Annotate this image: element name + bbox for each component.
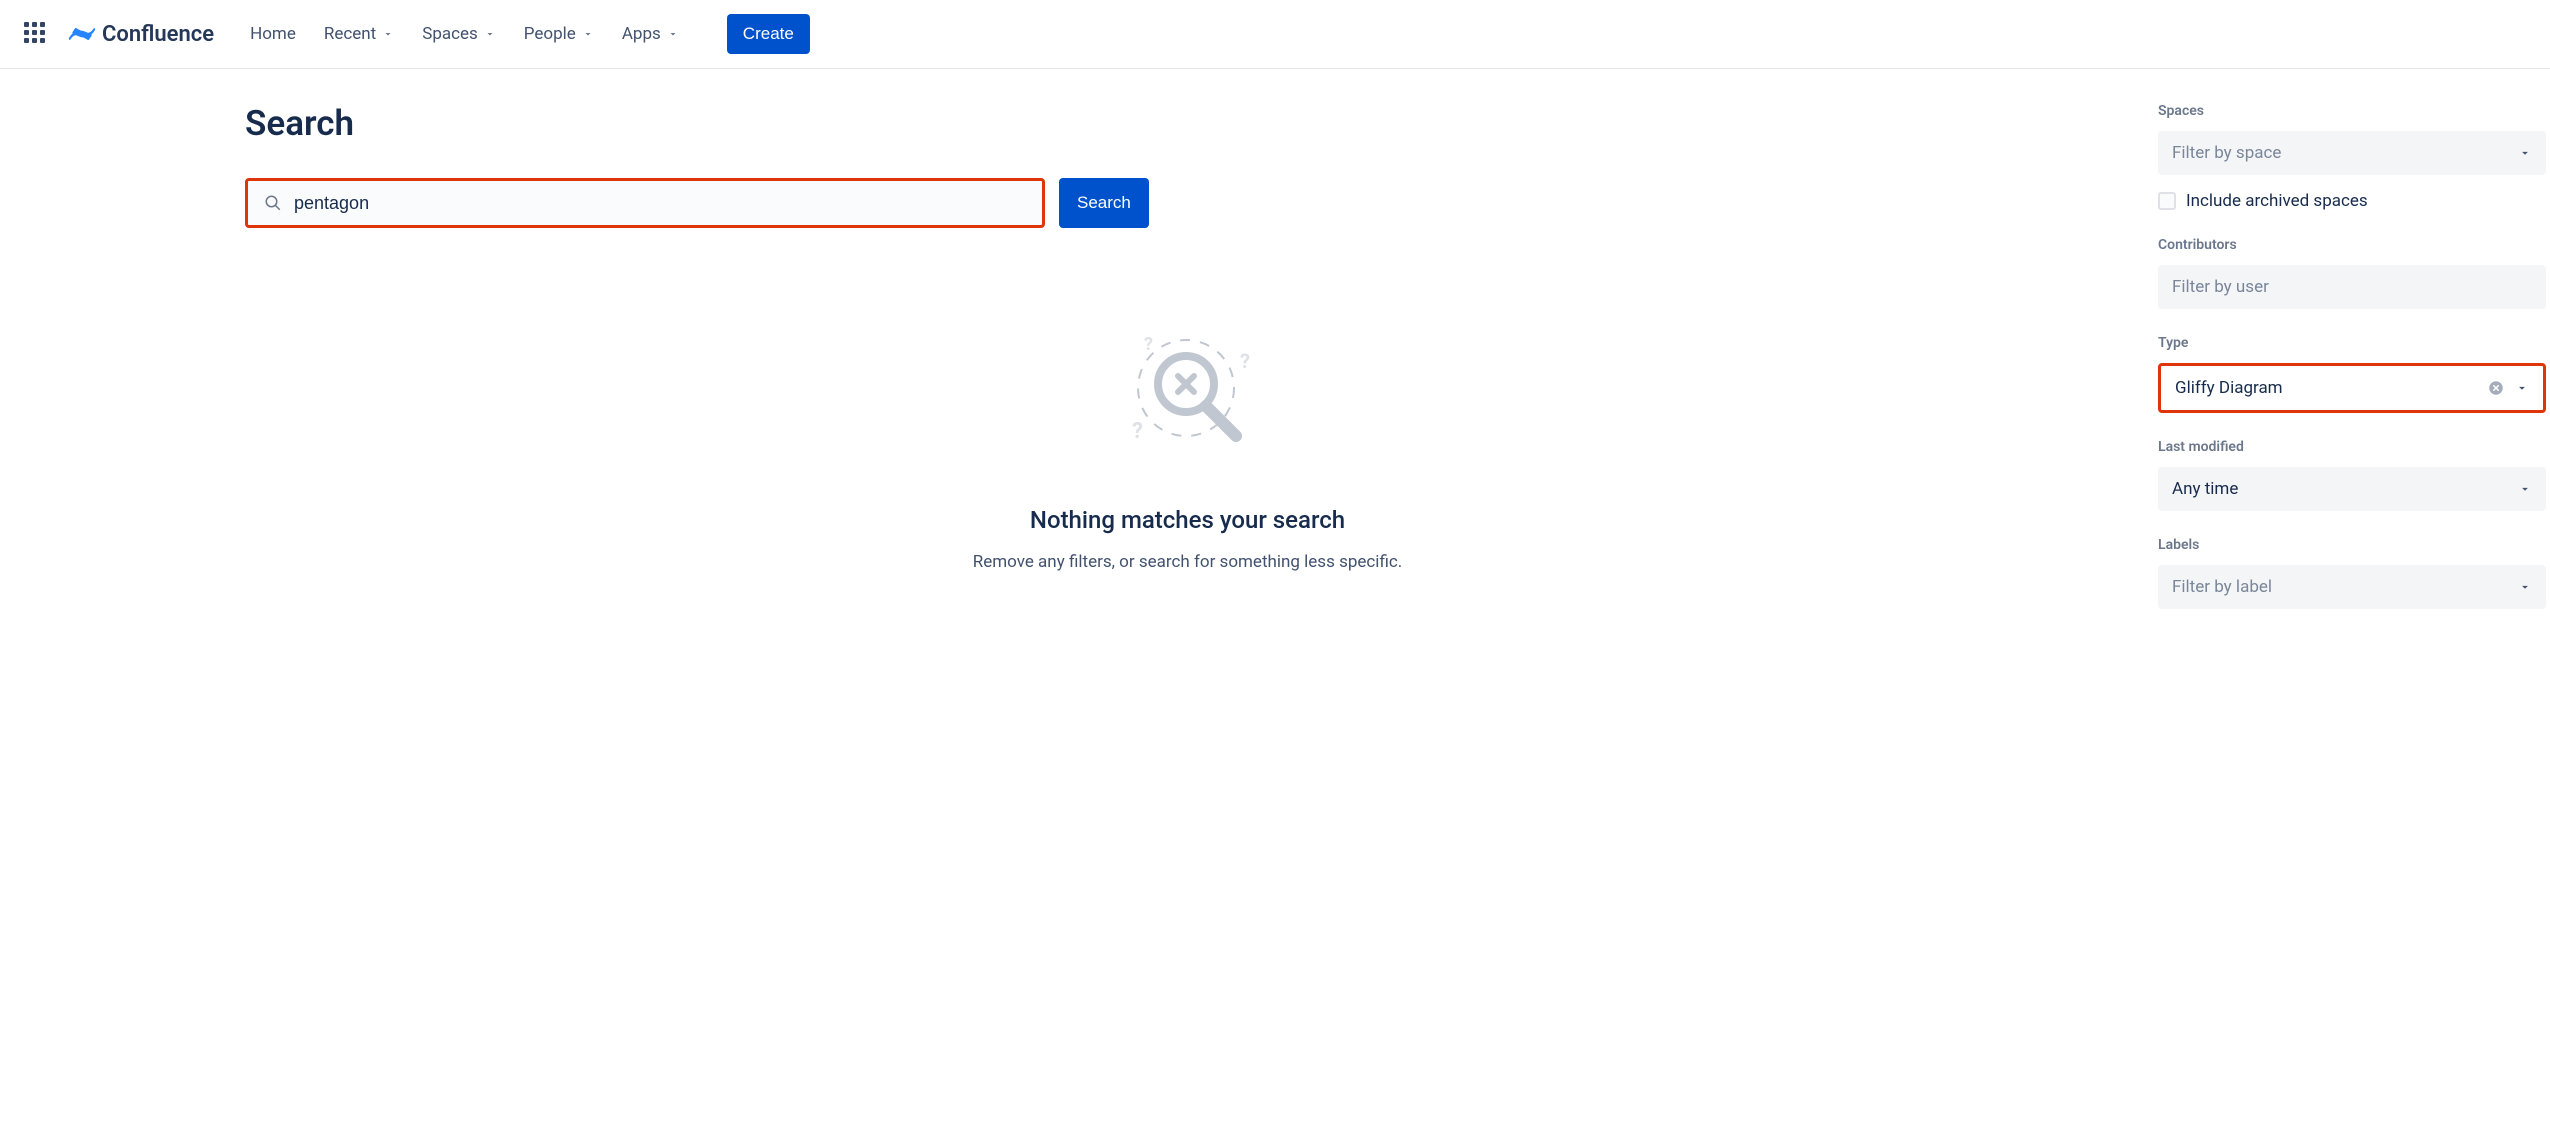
page-title: Search [245,103,2130,144]
chevron-down-icon [667,28,679,40]
chevron-down-icon [382,28,394,40]
empty-illustration: ? ? ? [1108,318,1268,468]
empty-title: Nothing matches your search [245,506,2130,534]
chevron-down-icon [2518,146,2532,160]
search-row: Search [245,178,2130,228]
filter-last-modified-label: Last modified [2158,439,2546,455]
nav-recent[interactable]: Recent [324,24,394,44]
filter-spaces-placeholder: Filter by space [2172,143,2281,163]
chevron-down-icon [2515,381,2529,395]
include-archived-label: Include archived spaces [2186,191,2368,211]
search-input[interactable] [294,193,1026,214]
nav-people[interactable]: People [524,24,594,44]
include-archived-checkbox[interactable] [2158,192,2176,210]
filter-type-value: Gliffy Diagram [2175,378,2283,398]
filter-type: Type Gliffy Diagram [2158,335,2546,413]
chevron-down-icon [484,28,496,40]
filter-spaces-label: Spaces [2158,103,2546,119]
filter-labels: Labels Filter by label [2158,537,2546,609]
filter-last-modified: Last modified Any time [2158,439,2546,511]
filter-labels-label: Labels [2158,537,2546,553]
empty-subtitle: Remove any filters, or search for someth… [245,552,2130,572]
svg-text:?: ? [1144,334,1153,355]
filter-type-select[interactable]: Gliffy Diagram [2158,363,2546,413]
filter-last-modified-value: Any time [2172,479,2238,499]
nav-home[interactable]: Home [250,24,296,44]
svg-text:?: ? [1240,349,1250,373]
create-button[interactable]: Create [727,14,810,54]
svg-text:?: ? [1132,419,1143,444]
top-nav: Confluence Home Recent Spaces People App… [0,0,2550,69]
chevron-down-icon [582,28,594,40]
search-button[interactable]: Search [1059,178,1149,228]
clear-icon[interactable] [2487,379,2505,397]
search-input-wrapper[interactable] [245,178,1045,228]
filter-contributors-select[interactable]: Filter by user [2158,265,2546,309]
filter-type-label: Type [2158,335,2546,351]
empty-state: ? ? ? Nothing matches your search Remove… [245,318,2130,572]
confluence-icon [68,20,96,48]
search-icon [264,194,282,212]
main-column: Search Search ? ? ? Nothing matche [0,103,2130,635]
confluence-logo[interactable]: Confluence [68,20,214,48]
primary-nav: Home Recent Spaces People Apps Create [250,14,810,54]
filter-contributors-placeholder: Filter by user [2172,277,2269,297]
filter-labels-placeholder: Filter by label [2172,577,2272,597]
filter-contributors: Contributors Filter by user [2158,237,2546,309]
content-area: Search Search ? ? ? Nothing matche [0,69,2550,635]
filter-spaces: Spaces Filter by space Include archived … [2158,103,2546,211]
include-archived-row[interactable]: Include archived spaces [2158,191,2546,211]
nav-apps[interactable]: Apps [622,24,679,44]
product-name: Confluence [102,22,214,47]
chevron-down-icon [2518,482,2532,496]
filter-last-modified-select[interactable]: Any time [2158,467,2546,511]
filters-sidebar: Spaces Filter by space Include archived … [2130,103,2550,635]
filter-contributors-label: Contributors [2158,237,2546,253]
chevron-down-icon [2518,580,2532,594]
app-switcher-icon[interactable] [24,22,48,46]
nav-spaces[interactable]: Spaces [422,24,496,44]
filter-spaces-select[interactable]: Filter by space [2158,131,2546,175]
filter-labels-select[interactable]: Filter by label [2158,565,2546,609]
